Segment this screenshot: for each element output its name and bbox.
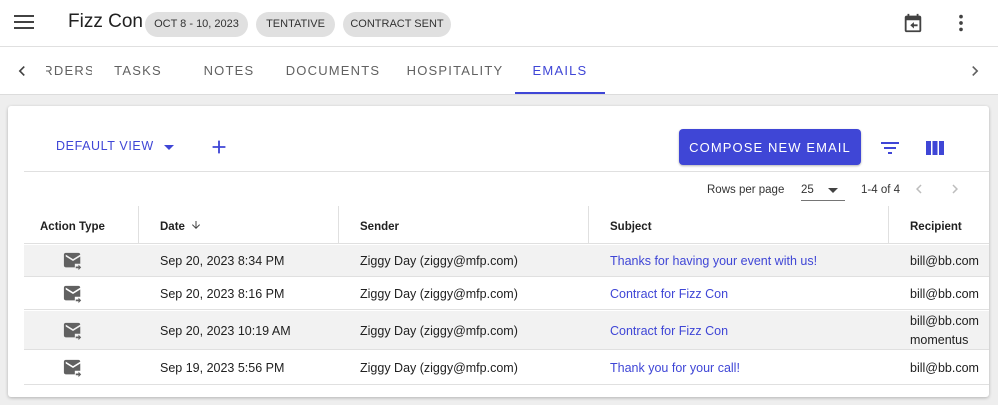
column-header-date[interactable]: Date bbox=[160, 206, 202, 244]
caret-down-icon bbox=[828, 188, 838, 193]
column-divider bbox=[338, 206, 339, 244]
chevron-left-icon[interactable] bbox=[12, 61, 32, 81]
status-chip-contract-sent: CONTRACT SENT bbox=[343, 12, 451, 37]
tab-notes[interactable]: NOTES bbox=[190, 47, 268, 94]
cell-sender: Ziggy Day (ziggy@mfp.com) bbox=[360, 287, 518, 301]
email-forward-icon bbox=[63, 285, 82, 304]
calendar-return-icon[interactable] bbox=[902, 12, 924, 34]
compose-new-email-button[interactable]: COMPOSE NEW EMAIL bbox=[679, 129, 861, 165]
column-header-recipient[interactable]: Recipient bbox=[910, 206, 962, 244]
cell-sender: Ziggy Day (ziggy@mfp.com) bbox=[360, 254, 518, 268]
column-header-sender[interactable]: Sender bbox=[360, 206, 399, 244]
table-row[interactable]: Sep 20, 2023 8:16 PM Ziggy Day (ziggy@mf… bbox=[24, 278, 989, 310]
cell-recipient: bill@bb.com bbox=[910, 254, 979, 268]
column-header-subject[interactable]: Subject bbox=[610, 206, 652, 244]
email-forward-icon bbox=[63, 252, 82, 271]
cell-recipient: bill@bb.com bbox=[910, 314, 979, 328]
table-row[interactable]: Sep 19, 2023 5:56 PM Ziggy Day (ziggy@mf… bbox=[24, 351, 989, 385]
column-divider bbox=[588, 206, 589, 244]
rows-per-page-select[interactable]: 25 bbox=[801, 179, 845, 201]
view-selector[interactable]: DEFAULT VIEW bbox=[56, 139, 186, 159]
filter-icon[interactable] bbox=[878, 136, 902, 160]
caret-down-icon bbox=[164, 145, 174, 150]
cell-date: Sep 19, 2023 5:56 PM bbox=[160, 361, 285, 375]
column-divider bbox=[138, 206, 139, 244]
tab-orders[interactable]: ORDERS bbox=[46, 47, 92, 94]
toolbar-divider bbox=[24, 171, 989, 172]
view-selector-label: DEFAULT VIEW bbox=[56, 139, 154, 153]
cell-subject-link[interactable]: Thanks for having your event with us! bbox=[610, 254, 817, 268]
tab-documents[interactable]: DOCUMENTS bbox=[280, 47, 386, 94]
cell-recipient-secondary: momentus bbox=[910, 333, 969, 347]
status-chip-tentative: TENTATIVE bbox=[256, 12, 335, 37]
cell-subject-link[interactable]: Thank you for your call! bbox=[610, 361, 740, 375]
cell-sender: Ziggy Day (ziggy@mfp.com) bbox=[360, 361, 518, 375]
tab-tasks[interactable]: TASKS bbox=[100, 47, 176, 94]
table-row[interactable]: Sep 20, 2023 8:34 PM Ziggy Day (ziggy@mf… bbox=[24, 245, 989, 277]
rows-per-page-label: Rows per page bbox=[707, 184, 785, 196]
cell-subject-link[interactable]: Contract for Fizz Con bbox=[610, 324, 728, 338]
more-vertical-icon[interactable] bbox=[950, 12, 972, 34]
cell-date: Sep 20, 2023 8:34 PM bbox=[160, 254, 285, 268]
tab-bar: ORDERS TASKS NOTES DOCUMENTS HOSPITALITY… bbox=[0, 47, 998, 95]
cell-recipient: bill@bb.com bbox=[910, 287, 979, 301]
chevron-left-icon[interactable] bbox=[910, 180, 928, 198]
page-title: Fizz Con bbox=[68, 11, 143, 32]
table-row[interactable]: Sep 20, 2023 10:19 AM Ziggy Day (ziggy@m… bbox=[24, 311, 989, 350]
cell-subject-link[interactable]: Contract for Fizz Con bbox=[610, 287, 728, 301]
tab-hospitality[interactable]: HOSPITALITY bbox=[400, 47, 510, 94]
rows-per-page-value: 25 bbox=[801, 184, 814, 196]
plus-icon[interactable] bbox=[208, 136, 230, 158]
date-chip: OCT 8 - 10, 2023 bbox=[145, 12, 248, 37]
columns-icon[interactable] bbox=[923, 136, 947, 160]
chevron-right-icon[interactable] bbox=[965, 61, 985, 81]
column-divider bbox=[888, 206, 889, 244]
cell-recipient: bill@bb.com bbox=[910, 361, 979, 375]
cell-date: Sep 20, 2023 8:16 PM bbox=[160, 287, 285, 301]
emails-panel: DEFAULT VIEW COMPOSE NEW EMAIL Rows per … bbox=[8, 106, 989, 397]
cell-date: Sep 20, 2023 10:19 AM bbox=[160, 324, 291, 338]
email-forward-icon bbox=[63, 359, 82, 378]
chevron-right-icon[interactable] bbox=[946, 180, 964, 198]
menu-icon[interactable] bbox=[13, 13, 35, 33]
column-header-action-type[interactable]: Action Type bbox=[40, 206, 105, 244]
arrow-down-icon bbox=[192, 221, 201, 230]
table-header: Action Type Date Sender Subject Recipien… bbox=[24, 206, 989, 244]
column-header-date-label: Date bbox=[160, 221, 185, 233]
app-header: Fizz Con OCT 8 - 10, 2023 TENTATIVE CONT… bbox=[0, 0, 998, 47]
pagination: Rows per page 25 1-4 of 4 bbox=[8, 178, 989, 202]
email-forward-icon bbox=[63, 322, 82, 341]
page-range: 1-4 of 4 bbox=[861, 184, 900, 196]
cell-sender: Ziggy Day (ziggy@mfp.com) bbox=[360, 324, 518, 338]
tab-emails[interactable]: EMAILS bbox=[515, 47, 605, 94]
